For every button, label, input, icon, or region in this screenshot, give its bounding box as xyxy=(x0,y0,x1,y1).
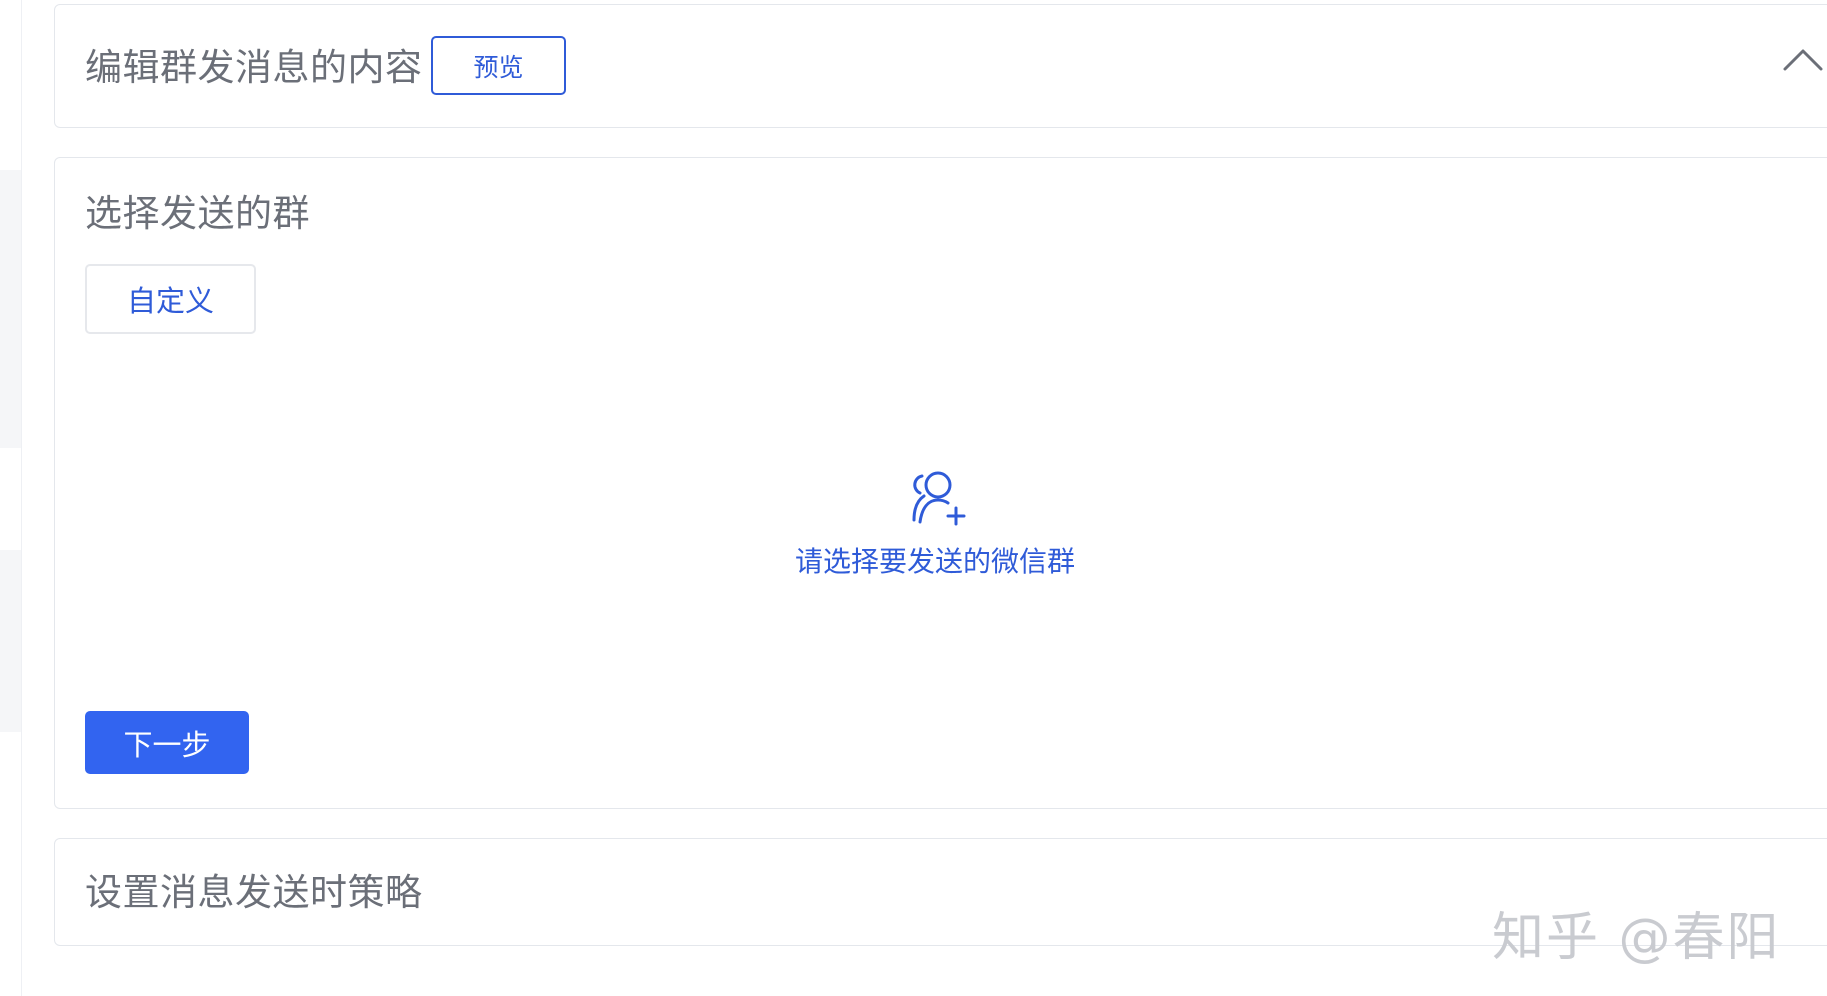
watermark: 知乎 @春阳 xyxy=(1492,908,1781,968)
chevron-up-icon[interactable] xyxy=(1781,45,1825,75)
preview-button[interactable]: 预览 xyxy=(431,36,566,95)
send-strategy-title: 设置消息发送时策略 xyxy=(85,871,423,914)
edit-content-card: 编辑群发消息的内容 预览 xyxy=(54,4,1827,128)
next-step-button[interactable]: 下一步 xyxy=(85,711,249,774)
select-wechat-group-picker[interactable]: 请选择要发送的微信群 xyxy=(755,468,1115,588)
rail-shade-upper xyxy=(0,170,21,448)
custom-button[interactable]: 自定义 xyxy=(85,264,256,334)
rail-shade-lower xyxy=(0,550,21,732)
left-rail xyxy=(0,0,22,996)
select-group-title: 选择发送的群 xyxy=(85,192,310,235)
select-group-card: 选择发送的群 自定义 请选择要发送的微信群 下一步 xyxy=(54,157,1827,809)
empty-picker-text: 请选择要发送的微信群 xyxy=(794,545,1075,578)
add-users-icon xyxy=(912,471,966,526)
edit-content-title: 编辑群发消息的内容 xyxy=(85,46,423,89)
